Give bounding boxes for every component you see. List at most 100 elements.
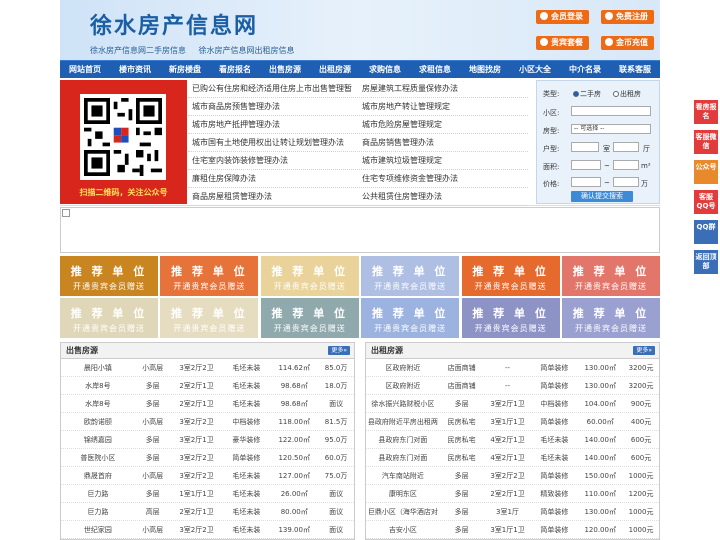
nav-rent[interactable]: 出租房源 [310, 61, 360, 78]
sidebar-qq[interactable]: 客服QQ号 [694, 190, 718, 214]
policy-link[interactable]: 城市房地产抵押管理办法 [188, 116, 358, 133]
policy-link[interactable]: 城市危险房屋管理规定 [358, 116, 528, 133]
recommended-unit-tile[interactable]: 推 荐 单 位开通贵宾会员赠送 [562, 256, 660, 296]
recharge-button[interactable]: 金币充值 [601, 36, 654, 50]
recommended-unit-tile[interactable]: 推 荐 单 位开通贵宾会员赠送 [160, 256, 259, 296]
policy-link[interactable]: 住宅室内装饰装修管理办法 [188, 152, 358, 169]
recommended-unit-tile[interactable]: 推 荐 单 位开通贵宾会员赠送 [562, 298, 660, 338]
policy-link[interactable]: 已购公有住房和经济适用住房上市出售管理暂 [188, 80, 358, 97]
policy-link[interactable]: 住宅专项维修资金管理办法 [358, 170, 528, 187]
nav-communities[interactable]: 小区大全 [510, 61, 560, 78]
type-radio-resale[interactable]: 二手房 [573, 89, 601, 99]
table-row[interactable]: 区政府附近 店面商铺 -- 简单装修 130.00㎡ 3200元 [366, 359, 659, 377]
recommended-unit-tile[interactable]: 推 荐 单 位开通贵宾会员赠送 [361, 256, 460, 296]
policy-link[interactable]: 公共租赁住房管理办法 [358, 188, 528, 205]
table-row[interactable]: 欧韵诺颐 小高层 3室2厅2卫 中档装修 118.00㎡ 81.5万 [61, 413, 354, 431]
recommended-unit-tile[interactable]: 推 荐 单 位开通贵宾会员赠送 [60, 256, 158, 296]
policy-link[interactable]: 廉租住房保障办法 [188, 170, 358, 187]
table-row[interactable]: 康明东区 多层 2室2厅1卫 精致装修 110.00㎡ 1200元 [366, 485, 659, 503]
site-logo[interactable]: 徐水房产信息网 [90, 8, 258, 40]
table-cell[interactable]: 汽车南站附近 [366, 467, 440, 484]
nav-new-homes[interactable]: 新房楼盘 [160, 61, 210, 78]
table-row[interactable]: 晨阳小镇 小高层 3室2厅2卫 毛坯未装 114.62㎡ 85.0万 [61, 359, 354, 377]
recommended-unit-tile[interactable]: 推 荐 单 位开通贵宾会员赠送 [260, 298, 359, 338]
table-row[interactable]: 县政府东门对面 民房私宅 4室2厅1卫 毛坯未装 140.00㎡ 600元 [366, 431, 659, 449]
sidebar-qq-group[interactable]: QQ群 [694, 220, 718, 244]
recommended-unit-tile[interactable]: 推 荐 单 位开通贵宾会员赠送 [160, 298, 259, 338]
table-row[interactable]: 巨力路 高层 2室2厅1卫 毛坯未装 80.00㎡ 面议 [61, 503, 354, 521]
price-max-input[interactable] [613, 177, 639, 187]
table-row[interactable]: 鼎晟首府 小高层 3室2厅2卫 毛坯未装 127.00㎡ 75.0万 [61, 467, 354, 485]
recommended-unit-tile[interactable]: 推 荐 单 位开通贵宾会员赠送 [461, 256, 560, 296]
vip-package-button[interactable]: 贵宾套餐 [536, 36, 589, 50]
table-cell[interactable]: 水岸8号 [61, 377, 135, 394]
nav-wanted-rent[interactable]: 求租信息 [410, 61, 460, 78]
nav-news[interactable]: 楼市资讯 [110, 61, 160, 78]
recommended-unit-tile[interactable]: 推 荐 单 位开通贵宾会员赠送 [260, 256, 359, 296]
table-row[interactable]: 水岸8号 多层 2室2厅1卫 毛坯未装 98.68㎡ 18.0万 [61, 377, 354, 395]
table-cell[interactable]: 锦绣嘉园 [61, 431, 135, 448]
policy-link[interactable]: 城市国有土地使用权出让转让规划管理办法 [188, 134, 358, 151]
recommended-unit-tile[interactable]: 推 荐 单 位开通贵宾会员赠送 [461, 298, 560, 338]
sidebar-back-to-top[interactable]: 返回顶部 [694, 250, 718, 274]
table-cell[interactable]: 巨力路 [61, 485, 135, 502]
table-row[interactable]: 区政府附近 店面商铺 -- 简单装修 130.00㎡ 3200元 [366, 377, 659, 395]
table-cell[interactable]: 徐水振兴路财税小区 [366, 395, 440, 412]
nav-sale[interactable]: 出售房源 [260, 61, 310, 78]
nav-wanted-buy[interactable]: 求购信息 [360, 61, 410, 78]
table-cell[interactable]: 世纪家园 [61, 521, 135, 538]
table-cell[interactable]: 水岸8号 [61, 395, 135, 412]
policy-link[interactable]: 商品房销售管理办法 [358, 134, 528, 151]
community-input[interactable] [571, 106, 651, 116]
table-row[interactable]: 县政府东门对面 民房私宅 4室2厅1卫 毛坯未装 140.00㎡ 600元 [366, 449, 659, 467]
sale-more-link[interactable]: 更多» [328, 346, 350, 355]
table-cell[interactable]: 巨力路 [61, 503, 135, 520]
table-cell[interactable]: 县政府东门对面 [366, 431, 440, 448]
policy-link[interactable]: 城市房地产转让管理规定 [358, 98, 528, 115]
recommended-unit-tile[interactable]: 推 荐 单 位开通贵宾会员赠送 [60, 298, 158, 338]
login-button[interactable]: 会员登录 [536, 10, 589, 24]
nav-contact[interactable]: 联系客服 [610, 61, 660, 78]
nav-home[interactable]: 网站首页 [60, 61, 110, 78]
policy-link[interactable]: 城市商品房预售管理办法 [188, 98, 358, 115]
table-row[interactable]: 世纪家园 小高层 3室2厅2卫 毛坯未装 139.00㎡ 面议 [61, 521, 354, 539]
price-min-input[interactable] [571, 177, 601, 187]
table-row[interactable]: 徐水振兴路财税小区 多层 3室2厅1卫 中档装修 104.00㎡ 900元 [366, 395, 659, 413]
table-cell[interactable]: 区政府附近 [366, 377, 440, 394]
policy-link[interactable]: 房屋建筑工程质量保修办法 [358, 80, 528, 97]
register-button[interactable]: 免费注册 [601, 10, 654, 24]
table-row[interactable]: 锦绣嘉园 多层 3室2厅1卫 豪华装修 122.00㎡ 95.0万 [61, 431, 354, 449]
table-cell[interactable]: 县政府东门对面 [366, 449, 440, 466]
type-radio-rent[interactable]: 出租房 [613, 89, 641, 99]
room-select[interactable] [571, 142, 599, 152]
table-row[interactable]: 汽车南站附近 多层 3室2厅2卫 简单装修 150.00㎡ 1000元 [366, 467, 659, 485]
table-cell[interactable]: 鼎晟首府 [61, 467, 135, 484]
table-cell[interactable]: 巨鼎小区（海华酒店对 [366, 503, 440, 520]
sublink-resale[interactable]: 徐水房产信息网二手房信息 [90, 46, 186, 55]
policy-link[interactable]: 城市建筑垃圾管理规定 [358, 152, 528, 169]
table-cell[interactable]: 区政府附近 [366, 359, 440, 376]
table-cell[interactable]: 康明东区 [366, 485, 440, 502]
hall-select[interactable] [613, 142, 639, 152]
recommended-unit-tile[interactable]: 推 荐 单 位开通贵宾会员赠送 [361, 298, 460, 338]
table-cell[interactable]: 普医院小区 [61, 449, 135, 466]
table-row[interactable]: 巨力路 多层 1室1厅1卫 毛坯未装 26.00㎡ 面议 [61, 485, 354, 503]
banner-ad[interactable] [60, 207, 660, 253]
area-max-input[interactable] [613, 160, 639, 170]
table-cell[interactable]: 晨阳小镇 [61, 359, 135, 376]
sidebar-wechat[interactable]: 客服微信 [694, 130, 718, 154]
table-row[interactable]: 巨鼎小区（海华酒店对 多层 3室1厅 简单装修 130.00㎡ 1000元 [366, 503, 659, 521]
area-min-input[interactable] [571, 160, 601, 170]
policy-link[interactable]: 商品房屋租赁管理办法 [188, 188, 358, 205]
rent-more-link[interactable]: 更多» [633, 346, 655, 355]
nav-viewing-signup[interactable]: 看房报名 [210, 61, 260, 78]
nav-agents[interactable]: 中介名录 [560, 61, 610, 78]
sublink-rent[interactable]: 徐水房产信息网出租房信息 [199, 46, 295, 55]
sidebar-viewing-signup[interactable]: 看房报名 [694, 100, 718, 124]
nav-map[interactable]: 地图找房 [460, 61, 510, 78]
house-type-select[interactable]: -- 可选择 -- [571, 124, 651, 134]
table-row[interactable]: 水岸8号 多层 2室2厅1卫 毛坯未装 98.68㎡ 面议 [61, 395, 354, 413]
table-cell[interactable]: 县政府附近平房出租两 [366, 413, 440, 430]
search-submit-button[interactable]: 确认提交搜索 [571, 191, 633, 202]
table-cell[interactable]: 吉安小区 [366, 521, 440, 538]
